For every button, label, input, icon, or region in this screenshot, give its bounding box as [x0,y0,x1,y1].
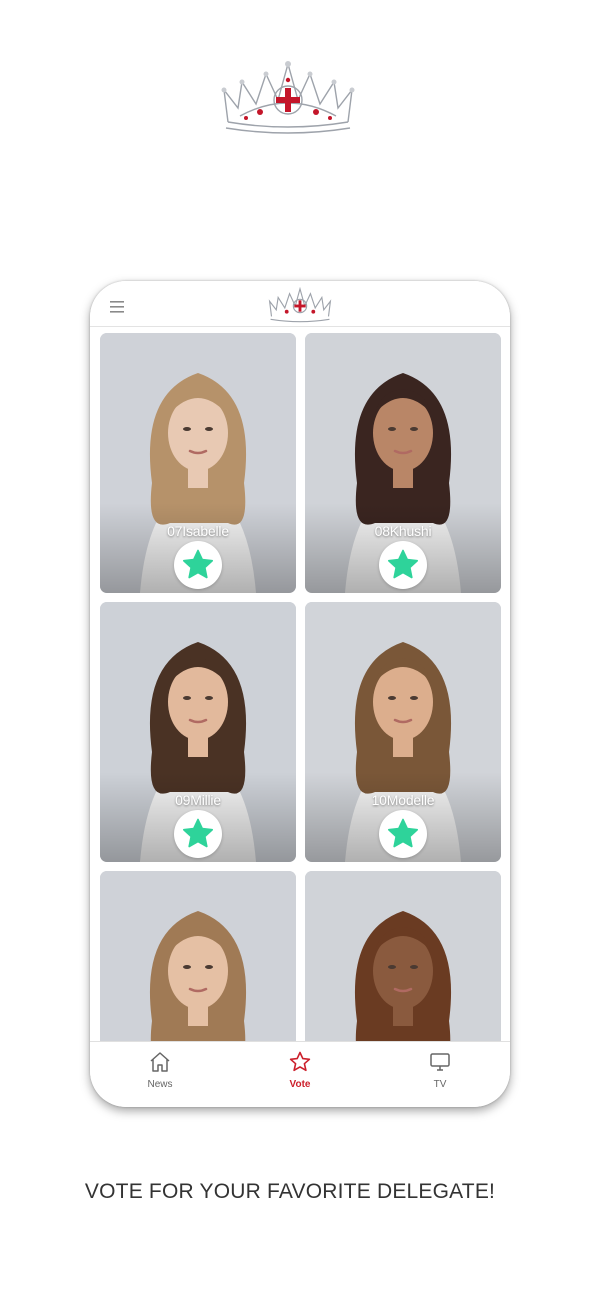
tab-label: TV [433,1079,447,1090]
home-icon [150,1052,170,1072]
crown-logo [221,61,355,134]
app-header [90,281,510,327]
vote-star-button[interactable] [174,810,222,858]
star-icon [387,818,419,848]
delegate-card[interactable]: 10Modelle [305,602,501,862]
vote-star-button[interactable] [379,810,427,858]
star-outline-icon [289,1051,311,1072]
delegate-photo [305,871,501,1041]
promo-tagline: VOTE FOR YOUR FAVORITE DELEGATE! [84,1180,496,1203]
delegate-card[interactable]: 08Khushi [305,333,501,593]
star-icon [387,549,419,579]
vote-star-button[interactable] [174,541,222,589]
delegate-name: 10Modelle [371,792,435,808]
delegate-card[interactable] [305,871,501,1041]
delegate-grid: 07Isabelle 08Khushi 09Millie 10Modelle [90,327,510,1041]
hamburger-menu-icon[interactable] [110,301,126,313]
bottom-tab-bar: News Vote TV [90,1041,510,1107]
delegate-name: 09Millie [175,792,221,808]
delegate-card[interactable]: 07Isabelle [100,333,296,593]
star-icon [182,818,214,848]
monitor-icon [430,1053,450,1071]
phone-mockup: 07Isabelle 08Khushi 09Millie 10Modelle News… [90,281,510,1107]
vote-star-button[interactable] [379,541,427,589]
delegate-card[interactable]: 09Millie [100,602,296,862]
delegate-name: 08Khushi [374,523,432,539]
delegate-card[interactable] [100,871,296,1041]
delegate-photo [100,871,296,1041]
tab-tv[interactable]: TV [370,1042,510,1107]
tab-news[interactable]: News [90,1042,230,1107]
crown-logo [268,287,332,323]
tab-label: Vote [289,1079,311,1090]
delegate-name: 07Isabelle [167,523,229,539]
tab-vote[interactable]: Vote [230,1042,370,1107]
star-icon [182,549,214,579]
tab-label: News [147,1079,173,1090]
